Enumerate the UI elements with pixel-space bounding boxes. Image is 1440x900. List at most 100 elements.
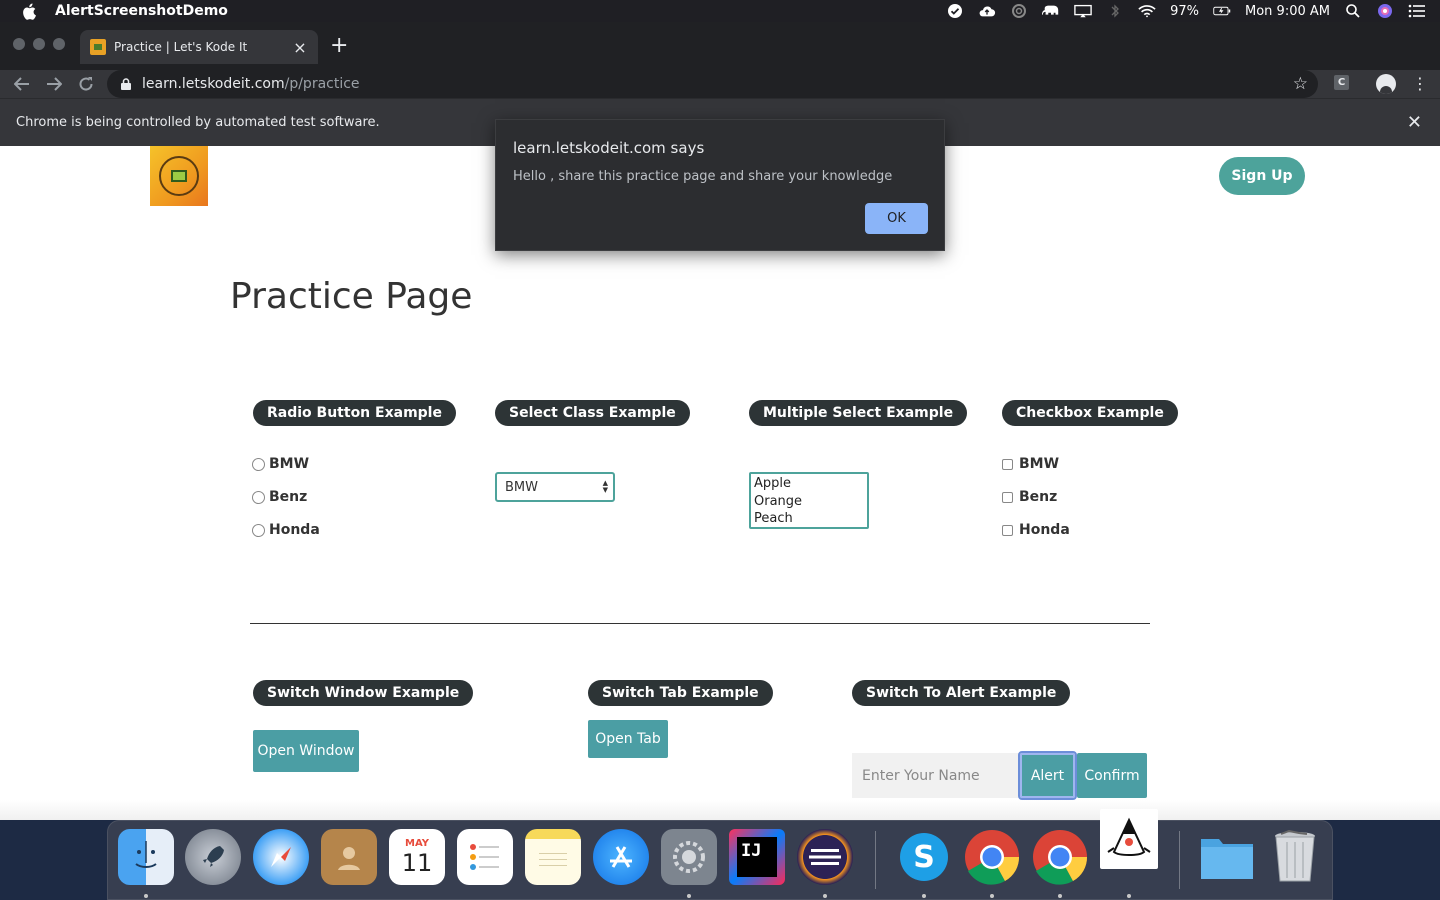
multi-select-option-apple[interactable]: Apple [754,475,864,493]
fruit-multi-select[interactable]: Apple Orange Peach [749,472,869,529]
forward-arrow-icon[interactable] [40,70,68,98]
confirm-button[interactable]: Confirm [1077,753,1147,798]
tab-title: Practice | Let's Kode It [114,40,248,54]
app-store-icon[interactable] [593,829,649,885]
calendar-month: MAY [405,837,429,849]
checkbox-option-label: Benz [1019,489,1058,505]
name-input[interactable]: Enter Your Name [852,753,1019,798]
eclipse-icon[interactable] [797,829,853,885]
minimize-window-button[interactable] [33,38,45,50]
chrome-menu-icon[interactable]: ⋮ [1412,74,1428,94]
chrome-icon[interactable] [1032,829,1088,885]
radio-option-label: Benz [269,489,308,505]
checkbox-option-benz[interactable]: Benz [1002,489,1057,505]
select-section-label: Select Class Example [495,400,690,426]
radio-option-benz[interactable]: Benz [252,489,307,505]
reminders-icon[interactable] [457,829,513,885]
skype-label: S [900,833,948,881]
page-bottom-shadow [0,800,1440,820]
skype-icon[interactable]: S [896,829,952,885]
java-duke-icon[interactable] [1100,809,1158,869]
checkbox[interactable] [1002,458,1013,470]
close-window-button[interactable] [13,38,25,50]
radio-option-label: Honda [269,522,320,538]
url-path: /p/practice [284,76,360,92]
back-arrow-icon[interactable] [8,70,36,98]
switch-alert-section-label: Switch To Alert Example [852,680,1071,706]
page-title: Practice Page [230,276,473,317]
switch-tab-section-label: Switch Tab Example [588,680,773,706]
radio-option-honda[interactable]: Honda [252,522,320,538]
switch-window-section-label: Switch Window Example [253,680,474,706]
section-divider [250,623,1150,624]
extension-c-icon[interactable]: C [1334,75,1349,90]
select-value: BMW [505,479,538,495]
wifi-icon[interactable] [1138,4,1156,18]
checkmark-badge-icon[interactable] [946,4,964,18]
checkbox-option-label: Honda [1019,522,1070,538]
intellij-idea-icon[interactable]: IJ [729,829,785,885]
infobar-message: Chrome is being controlled by automated … [16,115,380,130]
reload-icon[interactable] [72,70,100,98]
lock-icon[interactable] [121,78,131,90]
elephant-icon[interactable] [1042,4,1060,18]
multi-select-option-peach[interactable]: Peach [754,510,864,528]
car-select-dropdown[interactable]: BMW ▲ ▼ [495,472,615,502]
address-bar[interactable]: learn.letskodeit.com/p/practice ☆ [107,70,1318,98]
checkbox-option-honda[interactable]: Honda [1002,522,1070,538]
dialog-title: learn.letskodeit.com says [513,139,705,157]
system-preferences-icon[interactable] [661,829,717,885]
menubar-status-area: 97% Mon 9:00 AM [946,0,1426,22]
launchpad-icon[interactable] [185,829,241,885]
new-tab-button[interactable]: + [330,34,348,58]
running-indicator [823,894,827,898]
downloads-folder-icon[interactable] [1199,829,1255,885]
airplay-display-icon[interactable] [1074,4,1092,18]
radio-button[interactable] [252,490,265,504]
sign-up-button[interactable]: Sign Up [1219,157,1305,195]
checkbox[interactable] [1002,524,1013,536]
macos-menu-bar: AlertScreenshotDemo 97% Mon 9:00 AM [0,0,1440,22]
notification-center-icon[interactable] [1408,4,1426,18]
running-indicator [687,894,691,898]
siri-icon[interactable] [1376,4,1394,18]
contacts-icon[interactable] [321,829,377,885]
active-tab[interactable]: Practice | Let's Kode It × [80,30,318,64]
open-window-button[interactable]: Open Window [253,730,359,772]
apple-menu-icon[interactable] [20,2,38,20]
window-controls [13,38,65,50]
radio-button[interactable] [252,523,265,537]
notes-icon[interactable] [525,829,581,885]
bookmark-star-icon[interactable]: ☆ [1293,74,1308,94]
open-tab-button[interactable]: Open Tab [588,720,668,758]
profile-avatar-icon[interactable] [1376,74,1396,94]
sync-spiral-icon[interactable] [1010,4,1028,18]
checkbox[interactable] [1002,491,1013,503]
checkbox-section-label: Checkbox Example [1002,400,1178,426]
zoom-window-button[interactable] [53,38,65,50]
cloud-upload-icon[interactable] [978,4,996,18]
infobar-close-icon[interactable]: ✕ [1407,112,1422,133]
safari-icon[interactable] [253,829,309,885]
tab-close-icon[interactable]: × [290,38,310,57]
checkbox-option-bmw[interactable]: BMW [1002,456,1059,472]
calendar-icon[interactable]: MAY 11 [389,829,445,885]
letskodeit-favicon-icon [90,39,106,55]
dialog-ok-button[interactable]: OK [865,203,928,234]
browser-toolbar: learn.letskodeit.com/p/practice ☆ C ⋮ [0,70,1440,98]
trash-icon[interactable] [1267,829,1323,885]
url-host: learn.letskodeit.com [142,76,285,92]
battery-charging-icon[interactable] [1213,4,1231,18]
menubar-clock[interactable]: Mon 9:00 AM [1245,4,1330,19]
finder-icon[interactable] [118,829,174,885]
spotlight-search-icon[interactable] [1344,4,1362,18]
multi-select-option-orange[interactable]: Orange [754,493,864,511]
letskodeit-logo[interactable] [150,146,208,206]
active-app-name[interactable]: AlertScreenshotDemo [55,3,228,19]
alert-button[interactable]: Alert [1018,751,1077,800]
calendar-day: 11 [401,848,433,877]
chrome-icon[interactable] [964,829,1020,885]
radio-option-bmw[interactable]: BMW [252,456,309,472]
radio-button[interactable] [252,457,265,471]
bluetooth-icon[interactable] [1106,4,1124,18]
